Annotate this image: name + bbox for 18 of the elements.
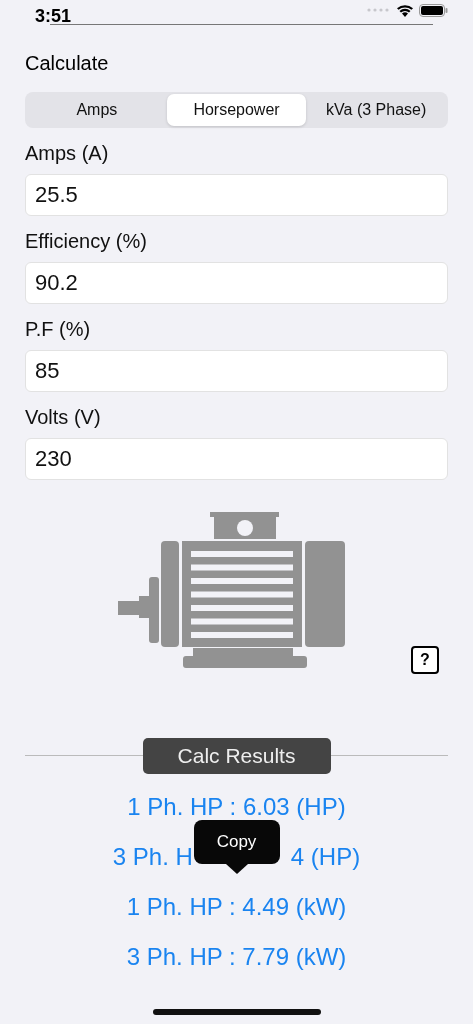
- input-field[interactable]: 230: [25, 438, 448, 480]
- wifi-icon: [396, 3, 414, 17]
- help-button[interactable]: ?: [411, 646, 439, 674]
- results-header: Calc Results: [142, 738, 331, 774]
- field-label: P.F (%): [25, 318, 92, 342]
- input-field[interactable]: 85: [25, 350, 448, 392]
- segment-tab[interactable]: Horsepower: [166, 94, 307, 126]
- segment-tab[interactable]: kVa (3 Phase): [306, 94, 446, 126]
- section-title: Calculate: [25, 52, 110, 76]
- field-label: Efficiency (%): [25, 230, 148, 254]
- field-label: Volts (V): [25, 406, 102, 430]
- status-time: 3:51: [35, 5, 72, 27]
- signal-dots-icon: [367, 8, 389, 12]
- input-field[interactable]: 90.2: [25, 262, 448, 304]
- field-label: Amps (A): [25, 142, 110, 166]
- segment-tab[interactable]: Amps: [27, 94, 167, 126]
- battery-icon: [419, 3, 448, 17]
- input-field[interactable]: 25.5: [25, 174, 448, 216]
